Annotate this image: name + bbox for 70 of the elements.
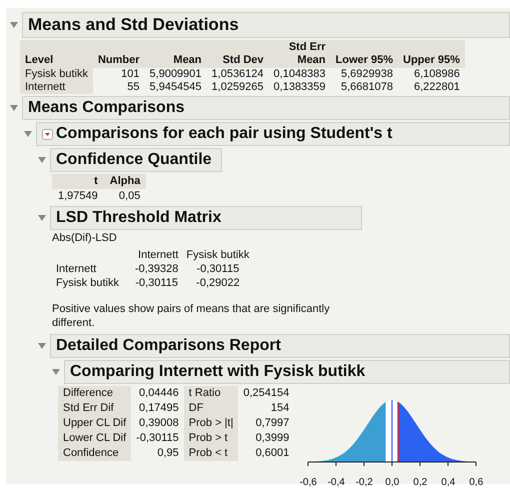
stat-value: 0,3999: [254, 431, 290, 446]
axis-tick-label: 0,4: [440, 477, 456, 488]
stat-label: Prob < t: [184, 446, 238, 461]
axis-tick-label: 0,6: [468, 477, 484, 488]
stat-value: 0,254154: [242, 386, 290, 401]
table-cell: 6,108986: [398, 68, 465, 81]
section-title: Comparisons for each pair using Student's t: [56, 125, 392, 143]
stat-label: Prob > t: [184, 431, 238, 446]
column-header: Internett: [137, 248, 180, 262]
section-header: Comparing Internett with Fysisk butikk: [64, 360, 510, 384]
stat-value: 0,95: [131, 446, 184, 461]
stat-label: Difference: [58, 386, 132, 401]
column-header: Fysisk butikk: [185, 248, 250, 262]
column-header: Number: [92, 40, 145, 68]
stat-value: 154: [270, 401, 290, 416]
table-cell: Internett: [20, 81, 93, 94]
stat-value: -0,30115: [131, 431, 184, 446]
table-cell: 1,97549: [52, 189, 104, 204]
table-cell: 0,05: [104, 189, 146, 204]
stat-label: Confidence: [58, 446, 132, 461]
stat-label: Std Err Dif: [58, 401, 132, 416]
stat-value: 0,39008: [131, 416, 184, 431]
stat-value: 0,04446: [131, 386, 184, 401]
axis-tick-label: 0,0: [384, 477, 400, 488]
matrix-caption: Abs(Dif)-LSD: [52, 232, 118, 244]
table-cell-text: 6,222801: [412, 81, 461, 94]
column-header: Std Dev: [206, 40, 269, 68]
table-cell: 5,6929938: [330, 68, 398, 81]
column-header: Level: [20, 40, 93, 68]
table-cell-text: -0,39328: [134, 262, 180, 276]
stat-value: 0,6001: [254, 446, 290, 461]
table-cell-text: 0,1383359: [272, 81, 327, 94]
section-header: Detailed Comparisons Report: [50, 334, 510, 358]
column-header: Mean: [144, 40, 207, 68]
section-header: Means and Std Deviations: [22, 12, 510, 38]
table-cell-text: -0,30115: [196, 262, 240, 276]
section-header: LSD Threshold Matrix: [50, 206, 362, 230]
row-label: Internett: [55, 262, 98, 276]
column-header: Upper 95%: [398, 40, 465, 68]
stat-label: DF: [184, 401, 238, 416]
table-cell-text: -0,30115: [134, 276, 179, 290]
table-cell-text: -0,29022: [195, 276, 241, 290]
section-header: Confidence Quantile: [50, 148, 222, 172]
stat-label: Upper CL Dif: [58, 416, 132, 431]
menu-icon[interactable]: [42, 128, 53, 140]
table-cell: 55: [92, 81, 145, 94]
table-cell: 101: [92, 68, 145, 81]
note-text: Positive values show pairs of means that are significantly different.: [52, 302, 331, 330]
stat-label: Lower CL Dif: [58, 431, 132, 446]
axis-tick-label: -0,2: [354, 477, 374, 488]
table-cell: 0,1048383: [268, 68, 331, 81]
stat-value: 0,17495: [131, 401, 184, 416]
column-header: t: [52, 174, 104, 189]
section-header: Means Comparisons: [22, 96, 510, 120]
table-cell-text: 5,6681078: [340, 81, 394, 94]
column-header: Lower 95%: [330, 40, 398, 68]
table-cell: Fysisk butikk: [20, 68, 93, 81]
table-cell-text: 1,0259265: [210, 81, 265, 94]
table-cell-text: 5,9454545: [148, 81, 203, 94]
column-header: Alpha: [104, 174, 146, 189]
axis-tick-label: 0,2: [412, 477, 428, 488]
row-label: Fysisk butikk: [55, 276, 120, 290]
stat-label: Prob > |t|: [184, 416, 238, 431]
table-cell: 5,9009901: [144, 68, 207, 81]
column-header: Std Err Mean: [268, 40, 331, 68]
stat-label: t Ratio: [184, 386, 238, 401]
stat-value: 0,7997: [254, 416, 290, 431]
axis-tick-label: -0,4: [326, 477, 346, 488]
axis-tick-label: -0,6: [298, 477, 318, 488]
table-cell: 1,0536124: [206, 68, 269, 81]
